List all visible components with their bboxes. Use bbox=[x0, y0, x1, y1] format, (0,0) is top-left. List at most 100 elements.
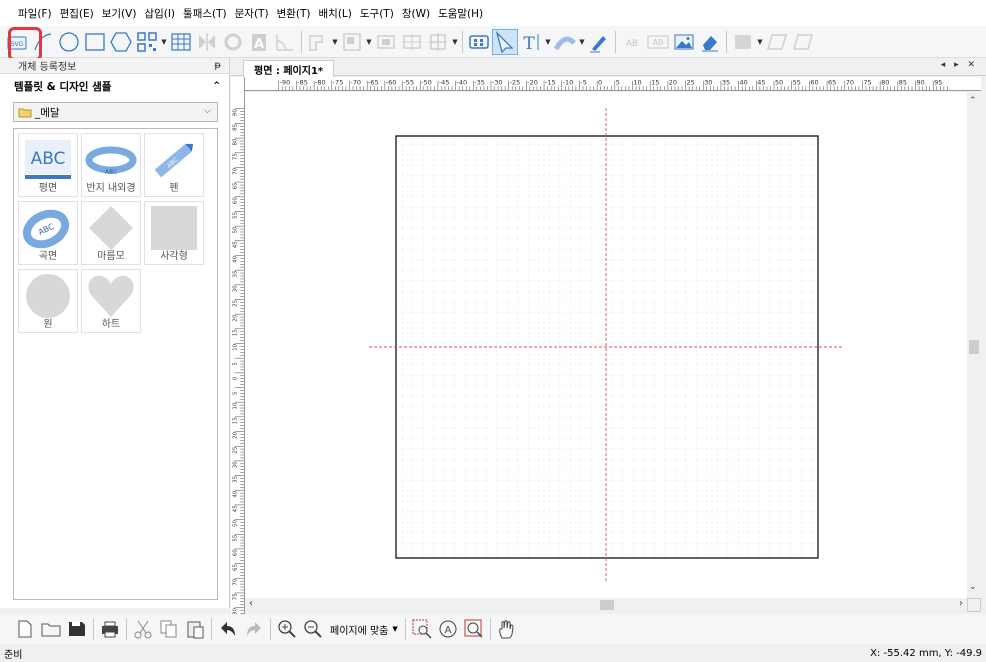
zoom-all-button[interactable]: A bbox=[435, 616, 461, 642]
zoom-page-icon bbox=[464, 619, 483, 638]
polygon-tool-button[interactable] bbox=[108, 29, 134, 55]
ungroup-button[interactable] bbox=[399, 29, 425, 55]
qr-dropdown[interactable]: ▼ bbox=[160, 29, 168, 55]
path-text-dropdown[interactable]: ▼ bbox=[578, 29, 586, 55]
folder-select[interactable]: _메달 ⌵ bbox=[13, 102, 218, 122]
collapse-icon[interactable]: ⌃ bbox=[212, 80, 221, 92]
angle-button[interactable] bbox=[272, 29, 298, 55]
frame-icon bbox=[735, 34, 751, 49]
template-curved[interactable]: ABC 곡면 bbox=[18, 201, 78, 265]
menu-item[interactable]: 도움말(H) bbox=[438, 6, 491, 21]
menu-item[interactable]: 파일(F) bbox=[18, 6, 60, 21]
toolbar-separator bbox=[211, 618, 212, 640]
tile-label: 원 bbox=[43, 319, 53, 330]
redo-button[interactable] bbox=[241, 616, 267, 642]
copy-button[interactable] bbox=[156, 616, 182, 642]
text-tool-button[interactable]: T bbox=[518, 29, 544, 55]
rotate-button[interactable] bbox=[220, 29, 246, 55]
new-file-button[interactable] bbox=[12, 616, 38, 642]
text-on-path-button[interactable] bbox=[552, 29, 578, 55]
save-button[interactable] bbox=[64, 616, 90, 642]
pin-icon[interactable]: ᵽ bbox=[214, 60, 221, 71]
undo-button[interactable] bbox=[215, 616, 241, 642]
zoom-out-button[interactable] bbox=[300, 616, 326, 642]
arrange-button[interactable] bbox=[425, 29, 451, 55]
curved-medal-icon: ABC bbox=[22, 209, 70, 249]
align-dropdown[interactable]: ▼ bbox=[365, 29, 373, 55]
menu-item[interactable]: 문자(T) bbox=[235, 6, 277, 21]
ellipse-tool-button[interactable] bbox=[56, 29, 82, 55]
combine-dropdown[interactable]: ▼ bbox=[331, 29, 339, 55]
pen-tool-button[interactable] bbox=[586, 29, 612, 55]
pen-template-icon: ABC bbox=[154, 143, 194, 178]
rectangle-tool-button[interactable] bbox=[82, 29, 108, 55]
text-style-button-2[interactable]: AB bbox=[645, 29, 671, 55]
toolbar-separator bbox=[126, 618, 127, 640]
image-insert-button[interactable] bbox=[671, 29, 697, 55]
perspective-button[interactable] bbox=[790, 29, 816, 55]
scroll-down-icon[interactable]: ⌄ bbox=[969, 582, 977, 592]
status-text: 준비 bbox=[4, 649, 23, 661]
template-heart[interactable]: 하트 bbox=[81, 269, 141, 333]
menu-item[interactable]: 편집(E) bbox=[60, 6, 102, 21]
pan-button[interactable] bbox=[494, 616, 520, 642]
text-dropdown[interactable]: ▼ bbox=[544, 29, 552, 55]
horizontal-scroll-thumb[interactable] bbox=[600, 600, 614, 610]
select-tool-button[interactable] bbox=[492, 28, 518, 55]
skew-button[interactable] bbox=[764, 29, 790, 55]
tab-navigation[interactable]: ◂ ▸ ✕ bbox=[941, 60, 978, 70]
vertical-scrollbar[interactable]: ⌃ ⌄ bbox=[967, 92, 981, 598]
table-tool-button[interactable] bbox=[168, 29, 194, 55]
design-canvas[interactable] bbox=[245, 92, 967, 598]
menu-item[interactable]: 삽입(I) bbox=[144, 6, 183, 21]
text-style-button-1[interactable]: AB bbox=[619, 29, 645, 55]
menu-item[interactable]: 툴패스(T) bbox=[183, 6, 235, 21]
eraser-button[interactable] bbox=[697, 29, 723, 55]
open-folder-button[interactable] bbox=[38, 616, 64, 642]
ruler-tick-label: 15 bbox=[651, 78, 659, 86]
menu-item[interactable]: 변환(T) bbox=[277, 6, 319, 21]
zoom-page-button[interactable] bbox=[461, 616, 487, 642]
vertical-scroll-thumb[interactable] bbox=[969, 340, 979, 354]
heart-shape-icon bbox=[88, 275, 134, 317]
vertical-ruler[interactable]: 9085807570656055504540353025201510505101… bbox=[231, 77, 245, 654]
frame-dropdown[interactable]: ▼ bbox=[756, 29, 764, 55]
scroll-right-icon[interactable]: › bbox=[959, 598, 963, 609]
template-pen[interactable]: ABC 펜 bbox=[144, 133, 204, 197]
zoom-in-icon bbox=[278, 620, 296, 638]
group-button[interactable] bbox=[373, 29, 399, 55]
ruler-tick-label: 35 bbox=[722, 78, 730, 86]
align-button[interactable] bbox=[339, 29, 365, 55]
menu-item[interactable]: 창(W) bbox=[402, 6, 438, 21]
shape-combine-button[interactable] bbox=[305, 29, 331, 55]
print-button[interactable] bbox=[97, 616, 123, 642]
zoom-selection-button[interactable] bbox=[409, 616, 435, 642]
scroll-up-icon[interactable]: ⌃ bbox=[969, 96, 977, 106]
template-diamond[interactable]: 마름모 bbox=[81, 201, 141, 265]
menu-item[interactable]: 보기(V) bbox=[102, 6, 145, 21]
zoom-in-button[interactable] bbox=[274, 616, 300, 642]
template-ring[interactable]: ABC 반지 내외경 bbox=[81, 133, 141, 197]
text-frame-button[interactable]: A bbox=[246, 29, 272, 55]
template-flat[interactable]: ABC 평면 bbox=[18, 133, 78, 197]
paste-button[interactable] bbox=[182, 616, 208, 642]
mirror-button[interactable] bbox=[194, 29, 220, 55]
rectangle-icon bbox=[85, 32, 105, 51]
frame-button[interactable] bbox=[730, 29, 756, 55]
node-edit-button[interactable] bbox=[466, 29, 492, 55]
scroll-left-icon[interactable]: ‹ bbox=[249, 598, 253, 609]
template-square[interactable]: 사각형 bbox=[144, 201, 204, 265]
template-circle[interactable]: 원 bbox=[18, 269, 78, 333]
mirror-icon bbox=[199, 32, 215, 51]
menu-item[interactable]: 배치(L) bbox=[319, 6, 360, 21]
horizontal-scrollbar[interactable]: ‹ › bbox=[245, 598, 967, 612]
arrange-dropdown[interactable]: ▼ bbox=[451, 29, 459, 55]
horizontal-ruler[interactable]: -90 -85 -80 -75 -70 -65 -60 -55 -50 -45 -40 -35 -30-… bbox=[245, 77, 981, 91]
cut-button[interactable] bbox=[130, 616, 156, 642]
tab-page1[interactable]: 평면 : 페이지1* bbox=[243, 60, 335, 77]
menu-item[interactable]: 도구(T) bbox=[360, 6, 402, 21]
qr-code-button[interactable] bbox=[134, 29, 160, 55]
zoom-fit-dropdown[interactable]: 페이지에 맞춤 ▼ bbox=[326, 622, 402, 637]
ruler-tick-label: 55 bbox=[793, 78, 801, 86]
ruler-tick-label: -10 bbox=[563, 78, 574, 86]
